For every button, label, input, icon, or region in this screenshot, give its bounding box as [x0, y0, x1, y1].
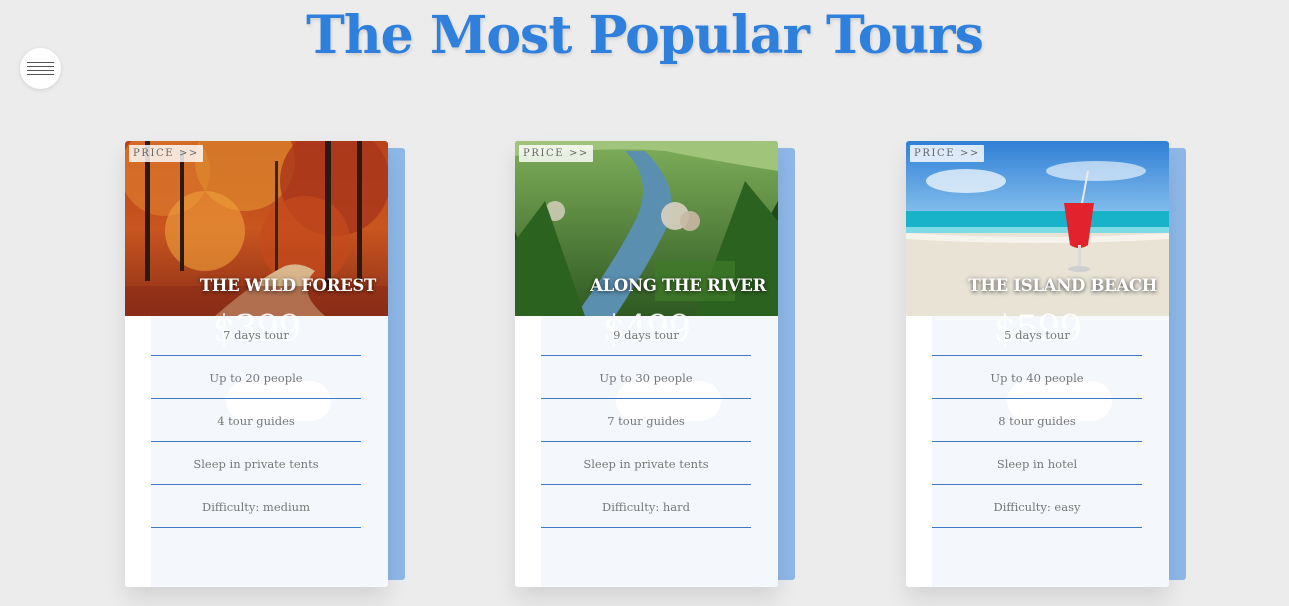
list-item: Difficulty: easy	[932, 485, 1142, 528]
card-front: PRICE >> THE WILD FOREST $399 7 days tou…	[125, 141, 388, 587]
tour-details-list: 9 days tour Up to 30 people 7 tour guide…	[541, 328, 751, 549]
tour-title: ALONG THE RIVER	[590, 276, 766, 295]
tour-details-list: 5 days tour Up to 40 people 8 tour guide…	[932, 328, 1142, 549]
tour-details-list: 7 days tour Up to 20 people 4 tour guide…	[151, 328, 361, 549]
list-item: 9 days tour	[541, 318, 751, 356]
tour-card-along-the-river: PRICE >> ALONG THE RIVER $499 9 days tou…	[515, 141, 795, 587]
price-toggle[interactable]: PRICE >>	[129, 145, 203, 162]
card-front: PRICE >> THE ISLAND BEACH $599 5 days to…	[906, 141, 1169, 587]
page-title: The Most Popular Tours	[306, 5, 984, 66]
list-item: 5 days tour	[932, 318, 1142, 356]
list-item: 7 tour guides	[541, 399, 751, 442]
price-toggle[interactable]: PRICE >>	[519, 145, 593, 162]
list-item: Up to 20 people	[151, 356, 361, 399]
list-item: Difficulty: hard	[541, 485, 751, 528]
list-item: 8 tour guides	[932, 399, 1142, 442]
list-item: Sleep in private tents	[541, 442, 751, 485]
card-front: PRICE >> ALONG THE RIVER $499 9 days tou…	[515, 141, 778, 587]
list-item: Up to 30 people	[541, 356, 751, 399]
list-item: 4 tour guides	[151, 399, 361, 442]
tour-card-wild-forest: PRICE >> THE WILD FOREST $399 7 days tou…	[125, 141, 405, 587]
tour-card-island-beach: PRICE >> THE ISLAND BEACH $599 5 days to…	[906, 141, 1186, 587]
price-toggle[interactable]: PRICE >>	[910, 145, 984, 162]
list-item: Up to 40 people	[932, 356, 1142, 399]
tour-title: THE ISLAND BEACH	[968, 276, 1157, 295]
list-item: Difficulty: medium	[151, 485, 361, 528]
hamburger-icon-line	[27, 74, 54, 75]
list-item: Sleep in hotel	[932, 442, 1142, 485]
list-item: 7 days tour	[151, 318, 361, 356]
list-item: Sleep in private tents	[151, 442, 361, 485]
tour-title: THE WILD FOREST	[199, 276, 376, 295]
